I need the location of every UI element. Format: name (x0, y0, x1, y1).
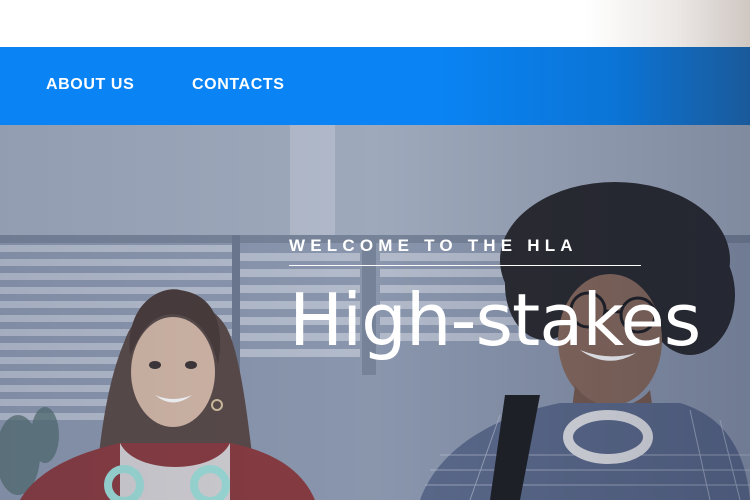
hero-section: WELCOME TO THE HLA High-stakes (0, 125, 750, 500)
nav-link-about-us[interactable]: ABOUT US (46, 76, 134, 94)
hero-headline: High-stakes (289, 278, 701, 362)
hero-divider-line (289, 265, 641, 266)
page: ABOUT US CONTACTS WELCOME TO THE HLA Hig… (0, 0, 750, 500)
main-navigation: ABOUT US CONTACTS (0, 47, 750, 125)
top-header-strip (0, 0, 750, 47)
hero-eyebrow-text: WELCOME TO THE HLA (289, 236, 578, 255)
nav-link-contacts[interactable]: CONTACTS (192, 76, 285, 94)
